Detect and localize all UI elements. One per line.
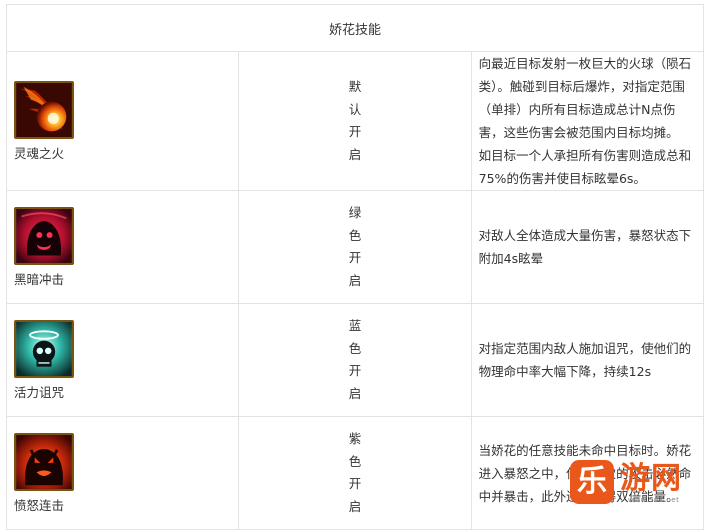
skill-name: 愤怒连击: [14, 497, 65, 513]
table-row: 黑暗冲击 绿色开启 对敌人全体造成大量伤害，暴怒状态下附加4s眩晕: [5, 190, 705, 304]
unlock-cell: 绿色开启: [238, 190, 472, 304]
skill-name: 灵魂之火: [14, 145, 65, 161]
table-title: 娇花技能: [6, 4, 704, 52]
skill-name: 活力诅咒: [14, 384, 65, 400]
dark-shadow-icon: [14, 206, 74, 265]
skill-icon-cell: 灵魂之火: [5, 51, 240, 191]
table-row: 活力诅咒 蓝色开启 对指定范围内敌人施加诅咒，使他们的物理命中率大幅下降，持续1…: [5, 303, 705, 417]
skill-description: 对敌人全体造成大量伤害，暴怒状态下附加4s眩晕: [470, 190, 705, 304]
watermark-url: www.962.net: [628, 496, 680, 504]
site-watermark: 乐 游网 www.962.net: [570, 460, 704, 506]
skill-icon-cell: 黑暗冲击: [5, 190, 240, 304]
unlock-cell: 紫色开启: [238, 416, 472, 530]
skill-name: 黑暗冲击: [14, 271, 65, 287]
fireball-icon: [14, 80, 74, 139]
unlock-cell: 默认开启: [238, 51, 472, 191]
watermark-text: 游网: [620, 461, 682, 496]
unlock-condition: 默认开启: [348, 79, 362, 162]
title-row: 娇花技能: [6, 4, 704, 52]
table-row: 灵魂之火 默认开启 向最近目标发射一枚巨大的火球（陨石类）。触碰到目标后爆炸，对…: [5, 51, 705, 191]
unlock-condition: 紫色开启: [348, 431, 362, 514]
skill-icon-cell: 活力诅咒: [5, 303, 240, 417]
skill-description: 对指定范围内敌人施加诅咒，使他们的物理命中率大幅下降，持续12s: [470, 303, 705, 417]
skills-table: 娇花技能 灵魂之火 默认开启 向最近目标发射一枚巨大的火球（陨石类）。触碰到目标…: [5, 4, 705, 530]
unlock-cell: 蓝色开启: [238, 303, 472, 417]
watermark-logo-icon: 乐: [570, 460, 614, 504]
curse-skull-icon: [14, 319, 74, 378]
skill-description: 向最近目标发射一枚巨大的火球（陨石类）。触碰到目标后爆炸，对指定范围（单排）内所…: [470, 51, 705, 191]
unlock-condition: 绿色开启: [348, 205, 362, 288]
unlock-condition: 蓝色开启: [348, 318, 362, 401]
skill-icon-cell: 愤怒连击: [5, 416, 240, 530]
fury-demon-icon: [14, 432, 74, 491]
